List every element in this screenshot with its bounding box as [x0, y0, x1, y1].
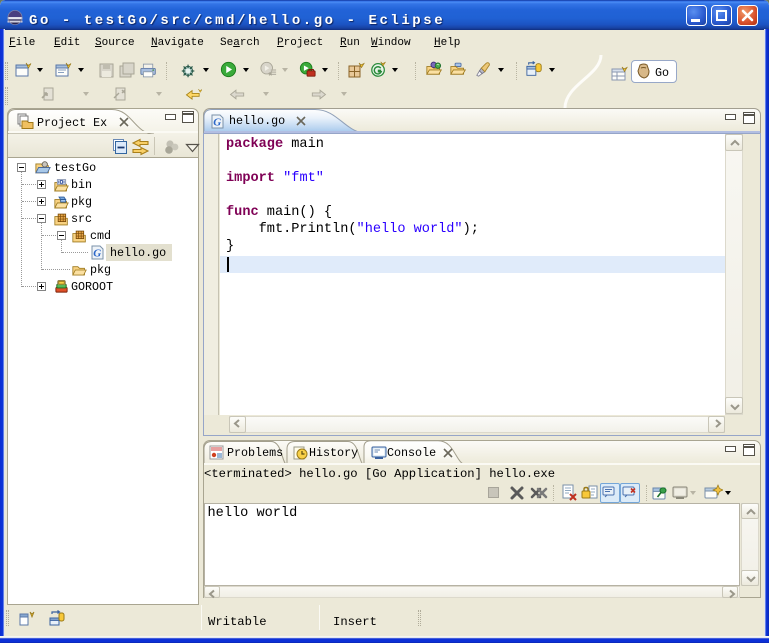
svg-text:G: G	[93, 248, 101, 260]
svg-text:G: G	[213, 117, 221, 129]
